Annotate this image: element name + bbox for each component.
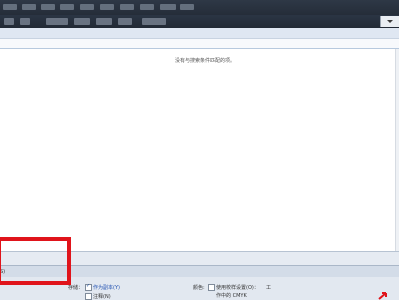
as-copy-checkbox[interactable] — [85, 283, 92, 291]
use-proof-label[interactable]: 使用校样设置(O)： — [216, 284, 259, 291]
toolbar-button[interactable] — [20, 18, 30, 25]
menu-item[interactable] — [60, 4, 74, 10]
annotations-checkbox[interactable] — [85, 293, 92, 300]
store-label: 存储： — [68, 285, 84, 291]
as-copy-label[interactable]: 作为副本(Y) — [93, 284, 120, 291]
highlight-box — [0, 237, 71, 285]
nav-strip — [0, 28, 399, 39]
address-dropdown[interactable] — [380, 16, 399, 27]
arrow-icon — [378, 292, 387, 300]
chevron-down-icon — [387, 20, 393, 23]
work-cmyk-label: 作中的 CMYK — [216, 293, 247, 299]
work-label: 工 — [266, 285, 272, 291]
file-list-pane[interactable] — [0, 49, 399, 251]
toolbar-button[interactable] — [4, 18, 14, 25]
menu-item[interactable] — [120, 4, 134, 10]
toolbar-button[interactable] — [74, 18, 90, 25]
menu-item[interactable] — [41, 4, 55, 10]
use-proof-checkbox[interactable] — [208, 284, 215, 291]
color-label: 颜色: — [193, 285, 205, 291]
vertical-scrollbar[interactable] — [395, 49, 399, 251]
menu-item[interactable] — [140, 4, 154, 10]
command-bar — [0, 15, 399, 28]
toolbar-button[interactable] — [142, 18, 166, 25]
menu-item[interactable] — [160, 4, 176, 10]
toolbar-button[interactable] — [96, 18, 112, 25]
menu-item[interactable] — [100, 4, 114, 10]
menu-item[interactable] — [22, 4, 36, 10]
empty-results-message: 没有与搜索条件匹配的项。 — [174, 58, 235, 64]
annotations-label[interactable]: 注释(N) — [93, 293, 111, 300]
menu-item[interactable] — [180, 4, 194, 10]
menu-item[interactable] — [80, 4, 94, 10]
menu-item[interactable] — [3, 4, 17, 10]
column-header-strip — [0, 39, 399, 49]
toolbar-button[interactable] — [118, 18, 132, 25]
menu-bar — [0, 0, 399, 15]
toolbar-button[interactable] — [46, 18, 68, 25]
